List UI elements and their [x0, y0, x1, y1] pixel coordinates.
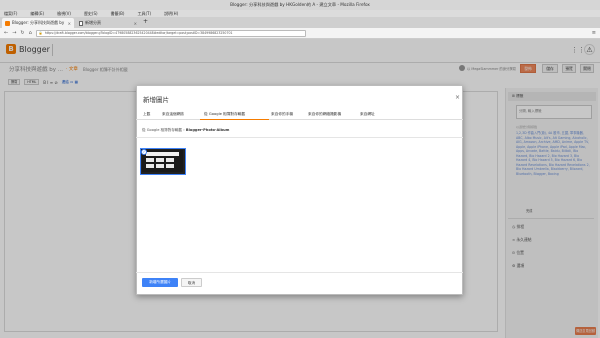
- photo-thumbnail-image: [142, 150, 183, 172]
- menu-bookmarks[interactable]: 書籤(B): [111, 10, 125, 17]
- breadcrumb-separator: ›: [183, 128, 185, 132]
- close-icon[interactable]: ×: [455, 94, 460, 101]
- thumbnail-detail: [166, 164, 174, 168]
- active-tab-indicator: [200, 119, 269, 121]
- breadcrumb: 從 Google 相簿對存輸載 › Blogger-Photo-Album: [142, 128, 229, 133]
- forward-icon[interactable]: →: [12, 30, 16, 36]
- new-tab-button[interactable]: +: [143, 18, 148, 25]
- url-bar[interactable]: 🔒 https://draft.blogger.com/blogger.g?bl…: [35, 29, 306, 37]
- menu-tools[interactable]: 工具(T): [137, 10, 151, 17]
- tab-upload[interactable]: 上載: [143, 112, 150, 117]
- back-icon[interactable]: ←: [4, 30, 8, 36]
- tab-google-photos[interactable]: 從 Google 相簿對存輸載: [204, 112, 245, 117]
- thumbnail-detail: [166, 158, 174, 162]
- menu-icon[interactable]: ≡: [592, 30, 596, 36]
- thumbnail-detail: [156, 158, 164, 162]
- dialog-footer-divider: [136, 272, 463, 273]
- tab-from-phone[interactable]: 來自你的手機: [271, 112, 293, 117]
- dialog-tabs: [136, 108, 463, 120]
- thumbnail-detail: [146, 164, 154, 168]
- menu-history[interactable]: 歷史(S): [84, 10, 98, 17]
- dialog-title: 新增圖片: [143, 96, 169, 104]
- tab-blogger[interactable]: Blogger: 分享科技與遊戲 by ×: [2, 18, 74, 28]
- reload-icon[interactable]: ↻: [20, 30, 24, 36]
- menu-bar: 檔案(F) 編輯(E) 檢視(V) 歷史(S) 書籤(B) 工具(T) 說明(H…: [0, 10, 600, 17]
- document-icon: [79, 20, 83, 26]
- close-icon[interactable]: ×: [134, 21, 137, 26]
- window-title-bar: Blogger: 分享科技與遊戲 by HKGolden的 A - 建立文章 -…: [0, 0, 600, 10]
- tab-label: 新增分頁: [85, 20, 101, 25]
- tab-label: Blogger: 分享科技與遊戲 by: [12, 20, 65, 25]
- blogger-icon: [5, 20, 10, 26]
- add-selected-button[interactable]: 新增所選圖片: [142, 278, 178, 287]
- tab-from-webcam[interactable]: 來自你的網絡攝影機: [308, 112, 341, 117]
- check-icon[interactable]: ✓: [141, 149, 147, 155]
- menu-file[interactable]: 檔案(F): [4, 10, 17, 17]
- tab-new[interactable]: 新增分頁 ×: [76, 18, 140, 28]
- tab-from-url[interactable]: 來自網址: [360, 112, 375, 117]
- menu-help[interactable]: 說明(H): [164, 10, 178, 17]
- navigation-toolbar: ← → ↻ ⌂ 🔒 https://draft.blogger.com/blog…: [0, 28, 600, 39]
- close-icon[interactable]: ×: [68, 21, 71, 26]
- breadcrumb-root[interactable]: 從 Google 相簿對存輸載: [142, 128, 182, 132]
- thumbnail-detail: [146, 152, 179, 156]
- tab-from-blog[interactable]: 來自這個網誌: [162, 112, 184, 117]
- url-text: https://draft.blogger.com/blogger.g?blog…: [44, 31, 233, 35]
- home-icon[interactable]: ⌂: [29, 30, 32, 36]
- thumbnail-detail: [156, 164, 164, 168]
- cancel-button[interactable]: 取消: [181, 278, 202, 287]
- thumbnail-detail: [146, 158, 154, 162]
- dialog-divider: [136, 137, 463, 138]
- menu-view[interactable]: 檢視(V): [57, 10, 71, 17]
- breadcrumb-album: Blogger-Photo-Album: [185, 128, 230, 132]
- menu-edit[interactable]: 編輯(E): [30, 10, 44, 17]
- lock-icon: 🔒: [38, 31, 43, 35]
